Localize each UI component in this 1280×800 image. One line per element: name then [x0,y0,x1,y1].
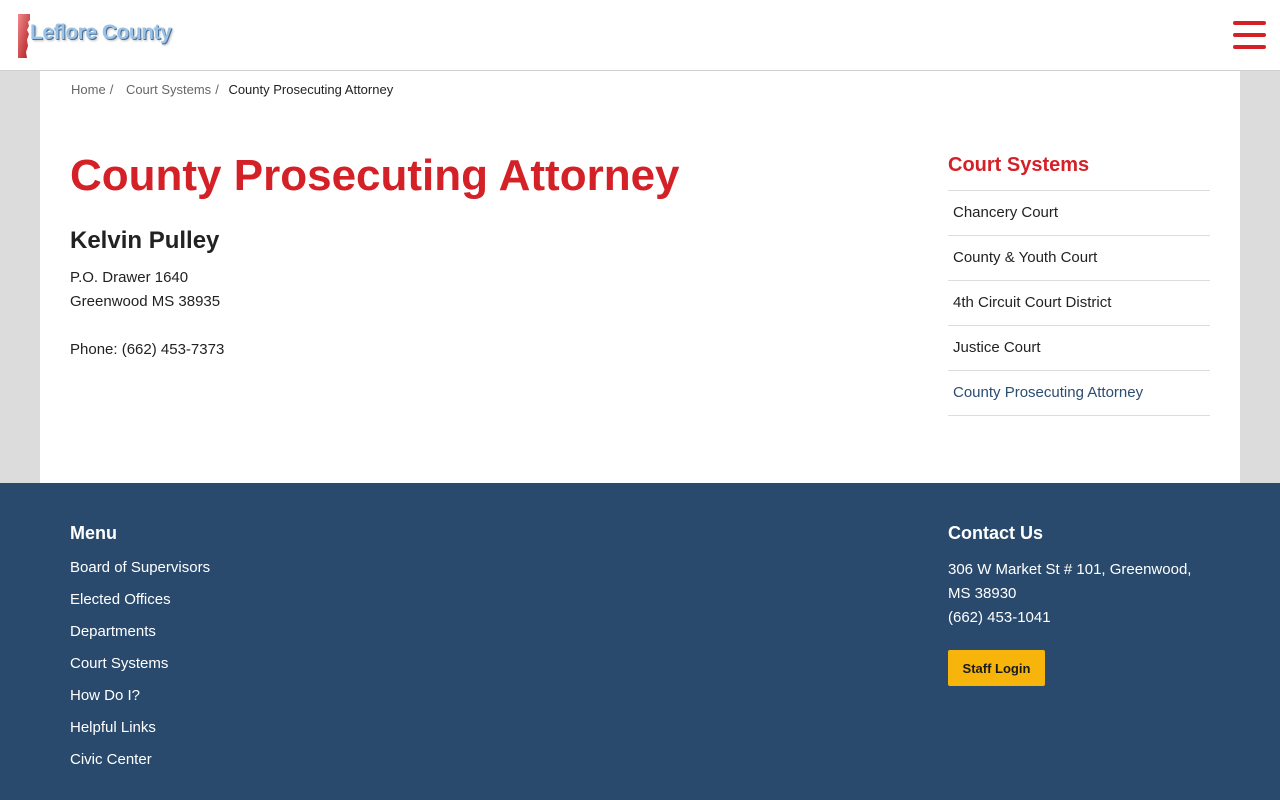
breadcrumb-court-systems[interactable]: Court Systems [126,82,211,97]
footer-link-court-systems[interactable]: Court Systems [70,654,210,686]
address-line-1: P.O. Drawer 1640 [70,269,189,286]
staff-login-button[interactable]: Staff Login [948,650,1045,686]
site-logo[interactable]: Leflore County [16,12,176,60]
sidebar-item-county-prosecuting-attorney[interactable]: County Prosecuting Attorney [948,371,1210,416]
footer-link-elected-offices[interactable]: Elected Offices [70,590,210,622]
breadcrumb: Home / Court Systems / County Prosecuting … [71,82,393,97]
site-footer: Menu Board of Supervisors Elected Office… [0,483,1280,800]
sidebar-item-justice-court[interactable]: Justice Court [948,326,1210,371]
breadcrumb-separator: / [215,82,219,97]
breadcrumb-separator: / [109,82,114,97]
sidebar-item-4th-circuit-court[interactable]: 4th Circuit Court District [948,281,1210,326]
footer-contact-title: Contact Us [948,523,1044,543]
hamburger-menu-icon[interactable] [1233,21,1266,49]
footer-menu: Menu Board of Supervisors Elected Office… [70,523,210,782]
footer-link-how-do-i[interactable]: How Do I? [70,686,210,718]
page-title: County Prosecuting Attorney [70,151,680,200]
footer-link-helpful-links[interactable]: Helpful Links [70,718,210,750]
footer-link-civic-center[interactable]: Civic Center [70,750,210,782]
sidebar-item-county-youth-court[interactable]: County & Youth Court [948,236,1210,281]
footer-link-board-of-supervisors[interactable]: Board of Supervisors [70,558,210,590]
logo-text: Leflore County [30,21,172,44]
contact-address-line-2: MS 38930 [948,585,1017,602]
main-content: Home / Court Systems / County Prosecuting … [40,71,1240,483]
phone-number: Phone: (662) 453-7373 [70,341,225,358]
sidebar-title: Court Systems [948,154,1210,191]
sidebar-nav: Court Systems Chancery Court County & Yo… [948,154,1210,416]
breadcrumb-home[interactable]: Home [71,82,106,97]
sidebar-item-chancery-court[interactable]: Chancery Court [948,191,1210,236]
address-line-2: Greenwood MS 38935 [70,293,221,310]
breadcrumb-current: County Prosecuting Attorney [228,82,394,97]
contact-phone: (662) 453-1041 [948,609,1051,626]
site-header: Leflore County [0,0,1280,71]
footer-menu-title: Menu [70,523,117,543]
contact-address-line-1: 306 W Market St # 101, Greenwood, [948,561,1192,578]
footer-contact: Contact Us 306 W Market St # 101, Greenw… [948,523,1218,686]
footer-link-departments[interactable]: Departments [70,622,210,654]
official-name: Kelvin Pulley [70,227,220,254]
